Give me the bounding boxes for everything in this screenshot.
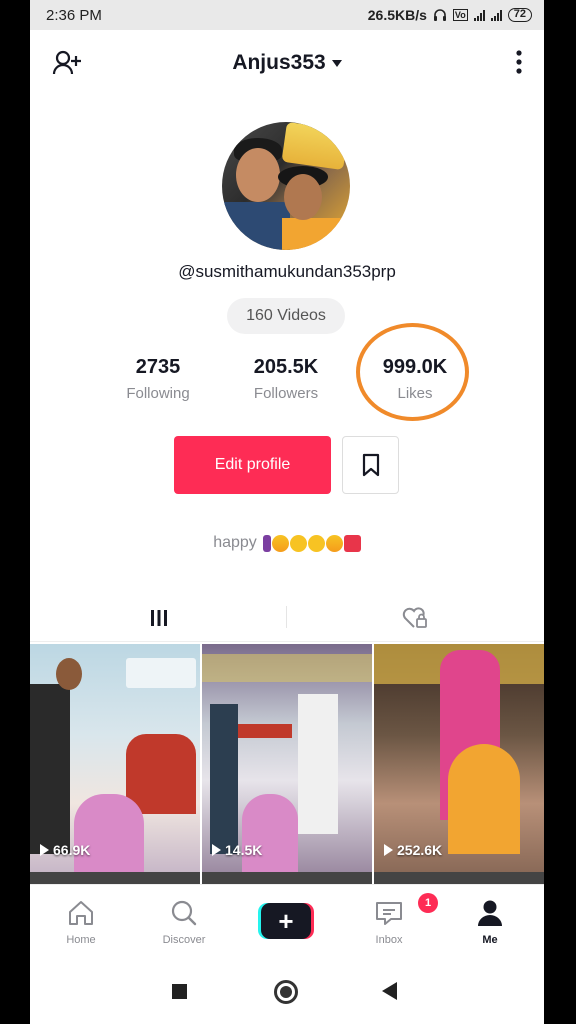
- nav-me[interactable]: Me: [450, 899, 530, 946]
- bottom-nav: Home Discover + 1 Inbox Me: [30, 884, 544, 962]
- nav-inbox-label: Inbox: [375, 934, 403, 946]
- status-time: 2:36 PM: [46, 6, 102, 24]
- back-icon[interactable]: [382, 982, 397, 1000]
- username-dropdown[interactable]: Anjus353: [232, 51, 342, 75]
- bookmark-icon: [362, 453, 379, 477]
- network-speed: 26.5KB/s: [367, 7, 427, 23]
- followers-count: 205.5K: [253, 356, 319, 378]
- headphones-icon: [433, 9, 446, 21]
- highlight-circle-annotation: [356, 323, 469, 421]
- video-thumbnail[interactable]: 66.9K: [30, 644, 200, 872]
- volte-icon: Vo: [452, 9, 468, 21]
- following-label: Following: [126, 385, 190, 402]
- tab-videos[interactable]: [30, 594, 287, 642]
- battery-indicator: 72: [507, 8, 532, 22]
- bio-emojis: [262, 534, 361, 552]
- following-stat[interactable]: 2735 Following: [98, 356, 218, 402]
- edit-profile-button[interactable]: Edit profile: [174, 436, 331, 494]
- view-count: 66.9K: [40, 842, 90, 858]
- signal-icon-2: [490, 9, 502, 21]
- nav-home[interactable]: Home: [41, 899, 121, 946]
- nav-discover[interactable]: Discover: [144, 899, 224, 946]
- videos-count-pill: 160 Videos: [227, 298, 345, 334]
- inbox-badge: 1: [418, 893, 438, 913]
- profile-icon: [478, 900, 502, 926]
- view-count: 252.6K: [384, 842, 442, 858]
- nav-discover-label: Discover: [162, 934, 206, 946]
- app-screen: 2:36 PM 26.5KB/s Vo 72 Anjus353 @susmith…: [30, 0, 544, 1024]
- add-user-icon[interactable]: [52, 50, 82, 81]
- status-bar: 2:36 PM 26.5KB/s Vo 72: [30, 0, 544, 30]
- create-video-button[interactable]: +: [258, 903, 314, 939]
- liked-locked-icon: [402, 607, 427, 628]
- profile-header: Anjus353: [30, 30, 544, 96]
- video-grid: 66.9K 14.5K 252.6K: [30, 644, 544, 884]
- chevron-down-icon: [331, 59, 342, 67]
- view-count: 14.5K: [212, 842, 262, 858]
- followers-label: Followers: [253, 385, 319, 402]
- search-icon: [171, 900, 197, 926]
- tab-liked[interactable]: [287, 594, 544, 642]
- home-button-icon[interactable]: [274, 980, 298, 1004]
- grid-icon: [150, 610, 167, 626]
- bookmark-button[interactable]: [342, 436, 399, 494]
- content-tabs: [30, 594, 544, 642]
- avatar[interactable]: [222, 122, 350, 250]
- followers-stat[interactable]: 205.5K Followers: [226, 356, 346, 402]
- nav-me-label: Me: [482, 934, 498, 946]
- plus-icon: +: [261, 903, 311, 939]
- video-thumbnail[interactable]: 252.6K: [374, 644, 544, 872]
- play-icon: [40, 844, 49, 856]
- bio-text: happy: [213, 534, 257, 551]
- play-icon: [212, 844, 221, 856]
- more-vertical-icon[interactable]: [516, 50, 522, 79]
- nav-home-label: Home: [66, 934, 96, 946]
- inbox-icon: [376, 902, 402, 925]
- nav-inbox[interactable]: 1 Inbox: [349, 893, 438, 946]
- play-icon: [384, 844, 393, 856]
- bio: happy: [30, 534, 544, 552]
- home-icon: [69, 901, 93, 925]
- following-count: 2735: [135, 356, 181, 378]
- user-handle: @susmithamukundan353prp: [178, 262, 396, 281]
- username: Anjus353: [232, 51, 326, 74]
- system-nav-bar: [30, 962, 544, 1024]
- video-thumbnail[interactable]: 14.5K: [202, 644, 372, 872]
- signal-icon: [473, 9, 485, 21]
- recent-apps-icon[interactable]: [172, 984, 187, 999]
